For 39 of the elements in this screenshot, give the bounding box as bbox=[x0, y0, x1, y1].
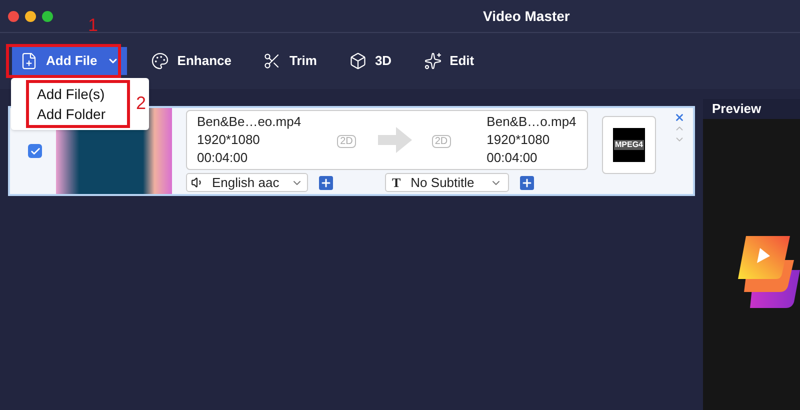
check-icon bbox=[30, 146, 40, 156]
preview-title: Preview bbox=[712, 100, 762, 118]
dimension-badge: 2D bbox=[432, 135, 451, 148]
resolution-text: 1920*1080 bbox=[486, 131, 551, 149]
toolbar-button[interactable]: Edit bbox=[416, 47, 482, 75]
add-subtitle-icon[interactable] bbox=[520, 176, 534, 190]
speaker-icon bbox=[191, 176, 204, 189]
toolbar-button[interactable]: 3D bbox=[340, 47, 400, 75]
duration-text: 00:04:00 bbox=[486, 149, 538, 167]
annotation-number: 2 bbox=[136, 92, 146, 115]
menu-item[interactable]: Add File(s) bbox=[29, 84, 127, 104]
app-logo-icon bbox=[738, 234, 800, 310]
file-name: Ben&Be…eo.mp4 bbox=[197, 113, 302, 131]
maximize-icon[interactable] bbox=[42, 10, 53, 22]
format-button[interactable]: MPEG4 bbox=[602, 116, 656, 174]
annotation-number: 1 bbox=[88, 14, 98, 37]
duration-text: 00:04:00 bbox=[197, 149, 249, 167]
menu-item[interactable]: Add Folder bbox=[29, 104, 127, 124]
subtitle-dropdown[interactable]: T No Subtitle bbox=[385, 173, 509, 192]
sparkle-icon bbox=[424, 52, 442, 70]
window-title: Video Master bbox=[483, 6, 570, 26]
toolbar-button[interactable]: Add File bbox=[12, 47, 128, 75]
arrow-icon bbox=[378, 125, 412, 155]
close-icon[interactable] bbox=[8, 10, 19, 22]
add-audio-icon[interactable] bbox=[319, 176, 333, 190]
toolbar-button[interactable]: Enhance bbox=[143, 47, 240, 75]
audio-dropdown[interactable]: English aac bbox=[186, 173, 308, 192]
palette-icon bbox=[151, 52, 170, 70]
scissors-icon bbox=[263, 52, 282, 70]
dimension-badge: 2D bbox=[337, 135, 356, 148]
close-icon[interactable] bbox=[674, 112, 685, 123]
format-label: MPEG4 bbox=[614, 140, 644, 150]
cube-icon bbox=[348, 52, 367, 70]
file-name: Ben&B…o.mp4 bbox=[486, 113, 576, 131]
toolbar-button[interactable]: Trim bbox=[255, 47, 325, 75]
checkbox[interactable] bbox=[28, 144, 42, 158]
minimize-icon[interactable] bbox=[25, 10, 36, 22]
resolution-text: 1920*1080 bbox=[197, 131, 261, 149]
add-file-icon bbox=[20, 52, 38, 70]
